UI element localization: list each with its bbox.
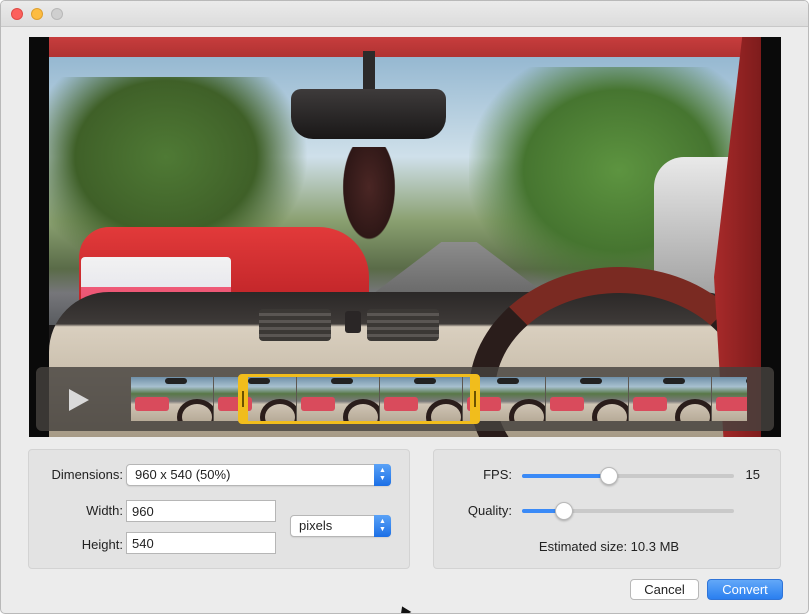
video-thumbnail[interactable] — [131, 377, 213, 421]
dimensions-value: 960 x 540 (50%) — [135, 467, 231, 482]
height-field[interactable] — [126, 532, 276, 554]
gif-converter-window: Dimensions: 960 x 540 (50%) ▲▼ Width: He… — [0, 0, 809, 614]
estimated-size: Estimated size: 10.3 MB — [538, 539, 680, 554]
video-rearview-mirror — [291, 89, 446, 139]
video-air-vent-left — [259, 309, 331, 341]
video-thumbnail[interactable] — [629, 377, 711, 421]
fps-label: FPS: — [483, 467, 512, 482]
minimize-window-button[interactable] — [31, 8, 43, 20]
video-preview — [29, 37, 781, 437]
video-hanging-charm — [339, 147, 399, 247]
dimensions-select[interactable]: 960 x 540 (50%) ▲ ▼ — [126, 464, 391, 486]
play-icon[interactable] — [69, 389, 89, 411]
playback-scrubber — [36, 367, 774, 431]
chevron-up-down-icon: ▲ ▼ — [374, 515, 391, 537]
video-hazard-button — [345, 311, 361, 333]
video-thumbnail[interactable] — [546, 377, 628, 421]
video-air-vent-right — [367, 309, 439, 341]
thumbnail-mirror — [580, 378, 602, 384]
thumbnail-mirror — [165, 378, 187, 384]
trim-start-handle[interactable] — [242, 391, 245, 407]
zoom-window-button[interactable] — [51, 8, 63, 20]
video-thumbnail[interactable] — [712, 377, 747, 421]
title-bar[interactable] — [1, 1, 808, 27]
dimensions-label: Dimensions: — [51, 467, 123, 482]
thumbnail-mirror — [746, 378, 747, 384]
fps-value: 15 — [745, 467, 760, 482]
fps-slider-knob[interactable] — [599, 467, 618, 485]
unit-select[interactable]: pixels ▲ ▼ — [290, 515, 391, 537]
chevron-up-down-icon: ▲ ▼ — [374, 464, 391, 486]
output-settings-panel: FPS: 15 Quality: Estimated size: 10.3 MB — [433, 449, 781, 569]
cancel-button[interactable]: Cancel — [630, 579, 699, 600]
convert-button[interactable]: Convert — [707, 579, 783, 600]
quality-label: Quality: — [467, 503, 512, 518]
height-label: Height: — [81, 537, 123, 552]
width-field[interactable] — [126, 500, 276, 522]
quality-slider[interactable] — [522, 502, 734, 520]
thumbnail-mirror — [497, 378, 519, 384]
thumbnail-mirror — [663, 378, 685, 384]
fps-slider[interactable] — [522, 467, 734, 485]
fps-slider-fill — [522, 474, 609, 478]
size-settings-panel: Dimensions: 960 x 540 (50%) ▲▼ Width: He… — [28, 449, 410, 569]
video-mirror-stem — [363, 51, 375, 91]
unit-value: pixels — [299, 518, 333, 533]
trim-range-selector[interactable] — [238, 374, 480, 424]
width-label: Width: — [86, 503, 123, 518]
mouse-cursor-icon — [396, 603, 412, 613]
close-window-button[interactable] — [11, 8, 23, 20]
quality-slider-knob[interactable] — [555, 502, 574, 520]
trim-end-handle[interactable] — [473, 391, 476, 407]
